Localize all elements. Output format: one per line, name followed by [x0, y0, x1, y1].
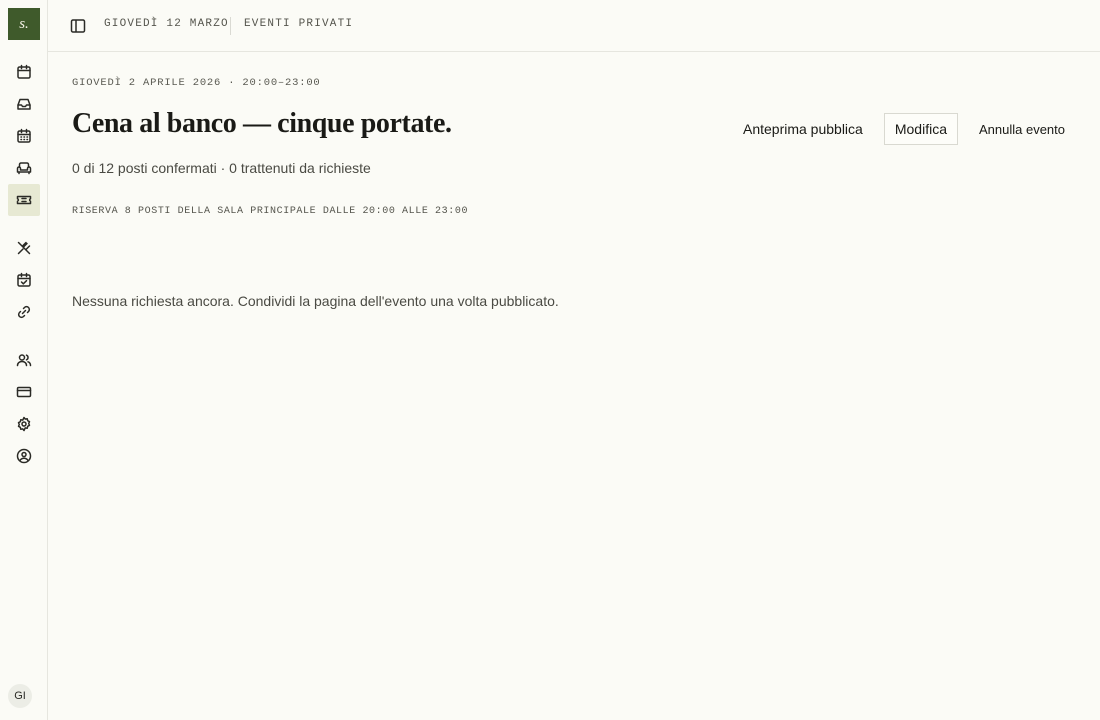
sofa-icon [16, 162, 32, 175]
page-title: Cena al banco — cinque portate. [72, 108, 452, 139]
sidebar-item-inbox[interactable] [8, 88, 40, 120]
sidebar-item-links[interactable] [8, 296, 40, 328]
calendar-check-icon [17, 272, 31, 287]
inbox-icon [17, 98, 31, 110]
sidebar-item-sofa[interactable] [8, 152, 40, 184]
sidebar-item-calendar-grid[interactable] [8, 120, 40, 152]
sidebar-item-guests[interactable] [8, 344, 40, 376]
link-icon [17, 305, 31, 319]
credit-card-icon [16, 386, 32, 398]
sidebar-item-bookings[interactable] [8, 264, 40, 296]
breadcrumb-divider [230, 17, 231, 35]
sidebar: s. GI [0, 0, 48, 720]
calendar-icon [17, 64, 31, 79]
avatar[interactable]: GI [8, 684, 32, 708]
sidebar-item-payments[interactable] [8, 376, 40, 408]
ticket-icon [16, 195, 32, 205]
sidebar-item-menu[interactable] [8, 232, 40, 264]
event-datetime: GIOVEDÌ 2 APRILE 2026 · 20:00–23:00 [72, 77, 321, 89]
edit-button[interactable]: Modifica [883, 113, 958, 145]
app-root: s. GI GIOVEDÌ 12 MARZO EVENTI PRIVATI GI… [0, 0, 1100, 720]
seat-summary: 0 di 12 posti confermati · 0 trattenuti … [72, 160, 371, 176]
topbar: GIOVEDÌ 12 MARZO EVENTI PRIVATI [48, 0, 1100, 52]
sidebar-item-account[interactable] [8, 440, 40, 472]
breadcrumb-date: GIOVEDÌ 12 MARZO [104, 18, 229, 30]
sidebar-toggle-icon [70, 19, 86, 33]
reservation-note: RISERVA 8 POSTI DELLA SALA PRINCIPALE DA… [72, 206, 469, 217]
gear-icon [17, 416, 31, 432]
user-circle-icon [16, 448, 32, 464]
event-detail: GIOVEDÌ 2 APRILE 2026 · 20:00–23:00 Cena… [72, 52, 1100, 720]
users-icon [16, 354, 32, 367]
utensils-icon [17, 241, 31, 255]
sidebar-toggle-button[interactable] [70, 18, 86, 34]
brand-logo[interactable]: s. [8, 8, 40, 40]
sidebar-item-calendar[interactable] [8, 56, 40, 88]
empty-state-message: Nessuna richiesta ancora. Condividi la p… [72, 293, 559, 309]
public-preview-button[interactable]: Anteprima pubblica [732, 113, 874, 145]
event-actions: Anteprima pubblica Modifica Annulla even… [732, 113, 1076, 145]
sidebar-item-settings[interactable] [8, 408, 40, 440]
calendar-grid-icon [17, 128, 31, 143]
cancel-event-button[interactable]: Annulla evento [968, 113, 1076, 145]
breadcrumb-section[interactable]: EVENTI PRIVATI [244, 18, 353, 30]
sidebar-item-events[interactable] [8, 184, 40, 216]
